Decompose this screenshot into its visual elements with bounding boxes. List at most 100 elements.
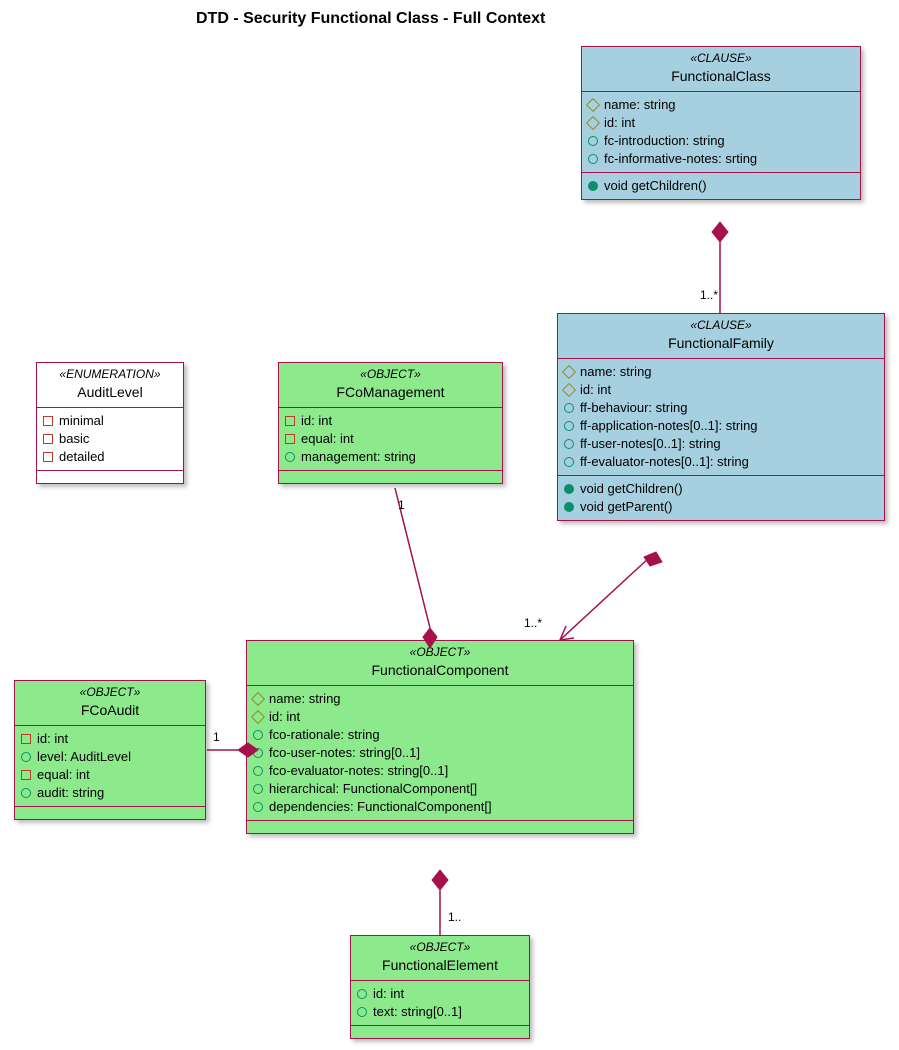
attr-row: name: string: [564, 363, 878, 381]
attr-row: fc-introduction: string: [588, 132, 854, 150]
op-label: void getChildren(): [604, 178, 707, 193]
attr-row: fco-user-notes: string[0..1]: [253, 744, 627, 762]
circle-icon: [588, 154, 598, 164]
stereotype-label: «CLAUSE»: [564, 318, 878, 334]
attr-row: id: int: [588, 114, 854, 132]
op-row: void getParent(): [564, 498, 878, 516]
class-functionalelement: «OBJECT» FunctionalElement id: int text:…: [350, 935, 530, 1039]
diamond-icon: [251, 710, 265, 724]
circle-icon: [253, 802, 263, 812]
diamond-icon: [562, 383, 576, 397]
circle-icon: [253, 730, 263, 740]
multiplicity-label: 1..*: [524, 616, 542, 630]
class-functionalcomponent: «OBJECT» FunctionalComponent name: strin…: [246, 640, 634, 834]
attr-row: ff-evaluator-notes[0..1]: string: [564, 453, 878, 471]
class-name: AuditLevel: [43, 383, 177, 401]
op-row: void getChildren(): [564, 480, 878, 498]
class-functionalfamily: «CLAUSE» FunctionalFamily name: string i…: [557, 313, 885, 521]
enum-value-row: basic: [43, 430, 177, 448]
attr-label: hierarchical: FunctionalComponent[]: [269, 781, 477, 796]
attr-label: id: int: [604, 115, 635, 130]
attr-label: id: int: [373, 986, 404, 1001]
square-icon: [43, 452, 53, 462]
class-name: FunctionalFamily: [564, 334, 878, 352]
circle-icon: [564, 403, 574, 413]
attr-row: level: AuditLevel: [21, 748, 199, 766]
attr-label: fco-user-notes: string[0..1]: [269, 745, 420, 760]
class-name: FunctionalClass: [588, 67, 854, 85]
attr-row: ff-behaviour: string: [564, 399, 878, 417]
attr-row: fco-rationale: string: [253, 726, 627, 744]
attr-row: dependencies: FunctionalComponent[]: [253, 798, 627, 816]
attr-label: name: string: [580, 364, 652, 379]
circle-icon: [285, 452, 295, 462]
attr-label: name: string: [269, 691, 341, 706]
class-name: FCoAudit: [21, 701, 199, 719]
attr-label: ff-evaluator-notes[0..1]: string: [580, 454, 749, 469]
attr-label: name: string: [604, 97, 676, 112]
enum-value-row: detailed: [43, 448, 177, 466]
stereotype-label: «OBJECT»: [253, 645, 627, 661]
diagram-title: DTD - Security Functional Class - Full C…: [196, 10, 545, 28]
attr-row: fc-informative-notes: srting: [588, 150, 854, 168]
attr-row: fco-evaluator-notes: string[0..1]: [253, 762, 627, 780]
attr-label: id: int: [269, 709, 300, 724]
circle-icon: [253, 784, 263, 794]
multiplicity-label: 1: [213, 730, 220, 744]
circle-icon: [253, 766, 263, 776]
attr-row: id: int: [564, 381, 878, 399]
class-functionalclass: «CLAUSE» FunctionalClass name: string id…: [581, 46, 861, 200]
circle-icon: [357, 989, 367, 999]
stereotype-label: «OBJECT»: [21, 685, 199, 701]
multiplicity-label: 1..: [448, 910, 461, 924]
class-fcoaudit: «OBJECT» FCoAudit id: int level: AuditLe…: [14, 680, 206, 820]
circle-icon: [564, 439, 574, 449]
class-fcomanagement: «OBJECT» FCoManagement id: int equal: in…: [278, 362, 503, 484]
circle-icon: [21, 752, 31, 762]
attr-label: equal: int: [37, 767, 90, 782]
enum-value: minimal: [59, 413, 104, 428]
attr-row: ff-user-notes[0..1]: string: [564, 435, 878, 453]
enum-value: basic: [59, 431, 89, 446]
diamond-icon: [562, 365, 576, 379]
circle-filled-icon: [564, 502, 574, 512]
multiplicity-label: 1..*: [700, 288, 718, 302]
attr-row: audit: string: [21, 784, 199, 802]
attr-label: id: int: [37, 731, 68, 746]
circle-icon: [564, 457, 574, 467]
op-label: void getChildren(): [580, 481, 683, 496]
enum-value-row: minimal: [43, 412, 177, 430]
attr-label: id: int: [301, 413, 332, 428]
attr-label: fco-rationale: string: [269, 727, 380, 742]
attr-row: equal: int: [285, 430, 496, 448]
stereotype-label: «ENUMERATION»: [43, 367, 177, 383]
attr-label: audit: string: [37, 785, 104, 800]
attr-row: name: string: [588, 96, 854, 114]
attr-row: ff-application-notes[0..1]: string: [564, 417, 878, 435]
attr-label: ff-application-notes[0..1]: string: [580, 418, 758, 433]
attr-row: id: int: [253, 708, 627, 726]
class-name: FunctionalComponent: [253, 661, 627, 679]
circle-filled-icon: [564, 484, 574, 494]
attr-label: management: string: [301, 449, 416, 464]
diamond-icon: [586, 98, 600, 112]
square-icon: [43, 416, 53, 426]
square-icon: [21, 734, 31, 744]
attr-label: equal: int: [301, 431, 354, 446]
attr-label: id: int: [580, 382, 611, 397]
square-icon: [43, 434, 53, 444]
stereotype-label: «CLAUSE»: [588, 51, 854, 67]
enum-auditlevel: «ENUMERATION» AuditLevel minimal basic d…: [36, 362, 184, 484]
attr-row: name: string: [253, 690, 627, 708]
diamond-icon: [251, 692, 265, 706]
attr-row: management: string: [285, 448, 496, 466]
circle-icon: [21, 788, 31, 798]
attr-row: hierarchical: FunctionalComponent[]: [253, 780, 627, 798]
attr-label: fco-evaluator-notes: string[0..1]: [269, 763, 448, 778]
attr-row: id: int: [21, 730, 199, 748]
op-label: void getParent(): [580, 499, 673, 514]
attr-row: text: string[0..1]: [357, 1003, 523, 1021]
stereotype-label: «OBJECT»: [285, 367, 496, 383]
circle-icon: [253, 748, 263, 758]
multiplicity-label: 1: [398, 498, 405, 512]
